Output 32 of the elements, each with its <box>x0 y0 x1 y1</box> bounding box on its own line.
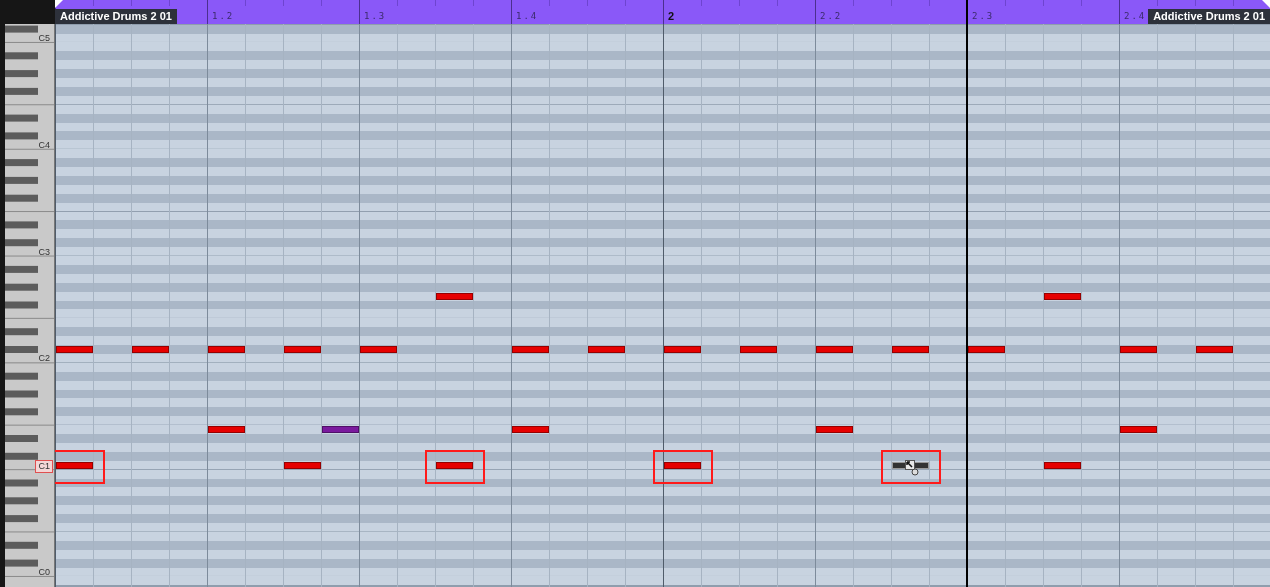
midi-note[interactable] <box>1120 426 1157 434</box>
key-label: C3 <box>37 246 51 258</box>
key-label: C1 <box>35 460 53 474</box>
midi-note[interactable] <box>512 426 549 434</box>
beat-label: 1.2 <box>212 11 235 22</box>
midi-note[interactable] <box>322 426 359 434</box>
midi-note[interactable] <box>816 426 853 434</box>
region-label[interactable]: Addictive Drums 2 01 <box>1148 9 1270 24</box>
key-label: C2 <box>37 353 51 365</box>
beat-label: 2.2 <box>820 11 843 22</box>
key-label: C5 <box>37 33 51 44</box>
region-corner-icon[interactable] <box>1262 0 1270 8</box>
region-label[interactable]: Addictive Drums 2 01 <box>55 9 177 24</box>
midi-note[interactable] <box>208 426 245 434</box>
beat-label: 2 <box>668 11 675 22</box>
midi-note[interactable] <box>436 461 473 469</box>
midi-note[interactable] <box>1044 461 1081 469</box>
midi-note[interactable] <box>664 461 701 469</box>
pointer-icon <box>905 459 919 476</box>
key-label: C4 <box>37 139 51 151</box>
region-corner-icon[interactable] <box>55 0 63 8</box>
beat-label: 1.3 <box>364 11 387 22</box>
timeline-ruler[interactable]: Addictive Drums 2 01 1.2 1.3 1.4 2 2.2 2.3 2.4 Addictive Drums 2 01 <box>55 0 1270 24</box>
midi-note[interactable] <box>56 461 93 469</box>
midi-note[interactable] <box>284 461 321 469</box>
beat-label: 2.4 <box>1124 11 1147 22</box>
midi-note[interactable] <box>1044 292 1081 300</box>
beat-label: 2.3 <box>972 11 995 22</box>
key-label: C0 <box>37 567 51 578</box>
piano-keyboard-drawing[interactable] <box>5 24 55 587</box>
beat-label: 1.4 <box>516 11 539 22</box>
midi-note[interactable] <box>436 292 473 300</box>
